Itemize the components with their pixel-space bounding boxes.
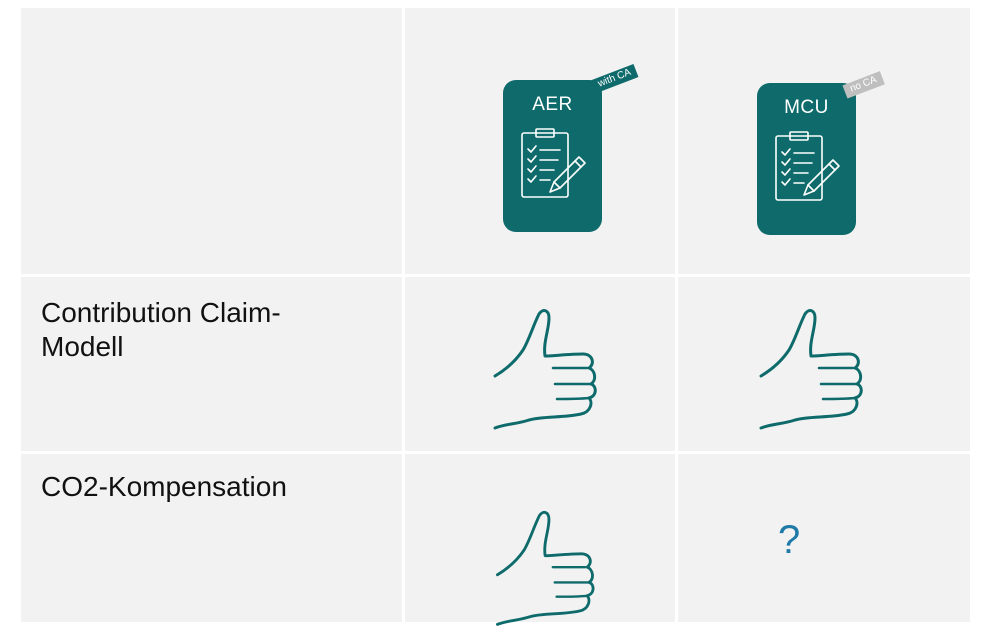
row-label-contribution-claim: Contribution Claim- Modell — [41, 296, 281, 364]
thumbs-up-icon — [496, 510, 595, 626]
clipboard-icon — [521, 128, 586, 198]
thumbs-up-icon — [759, 309, 863, 430]
row2-col2-cell — [678, 454, 970, 622]
card-title: MCU — [784, 97, 829, 118]
unknown-question-mark: ? — [778, 518, 801, 562]
header-empty-cell — [21, 8, 402, 274]
row-label-line: Modell — [41, 331, 124, 362]
aer-card: AER — [503, 80, 602, 232]
row-label-co2: CO2-Kompensation — [41, 470, 287, 504]
row-label-line: Contribution Claim- — [41, 297, 281, 328]
thumbs-up-icon — [493, 309, 597, 430]
comparison-table: Contribution Claim- Modell CO2-Kompensat… — [21, 8, 970, 626]
clipboard-icon — [775, 131, 840, 201]
row-label-line: CO2-Kompensation — [41, 471, 287, 502]
card-title: AER — [532, 94, 573, 115]
mcu-card: MCU — [757, 83, 856, 235]
